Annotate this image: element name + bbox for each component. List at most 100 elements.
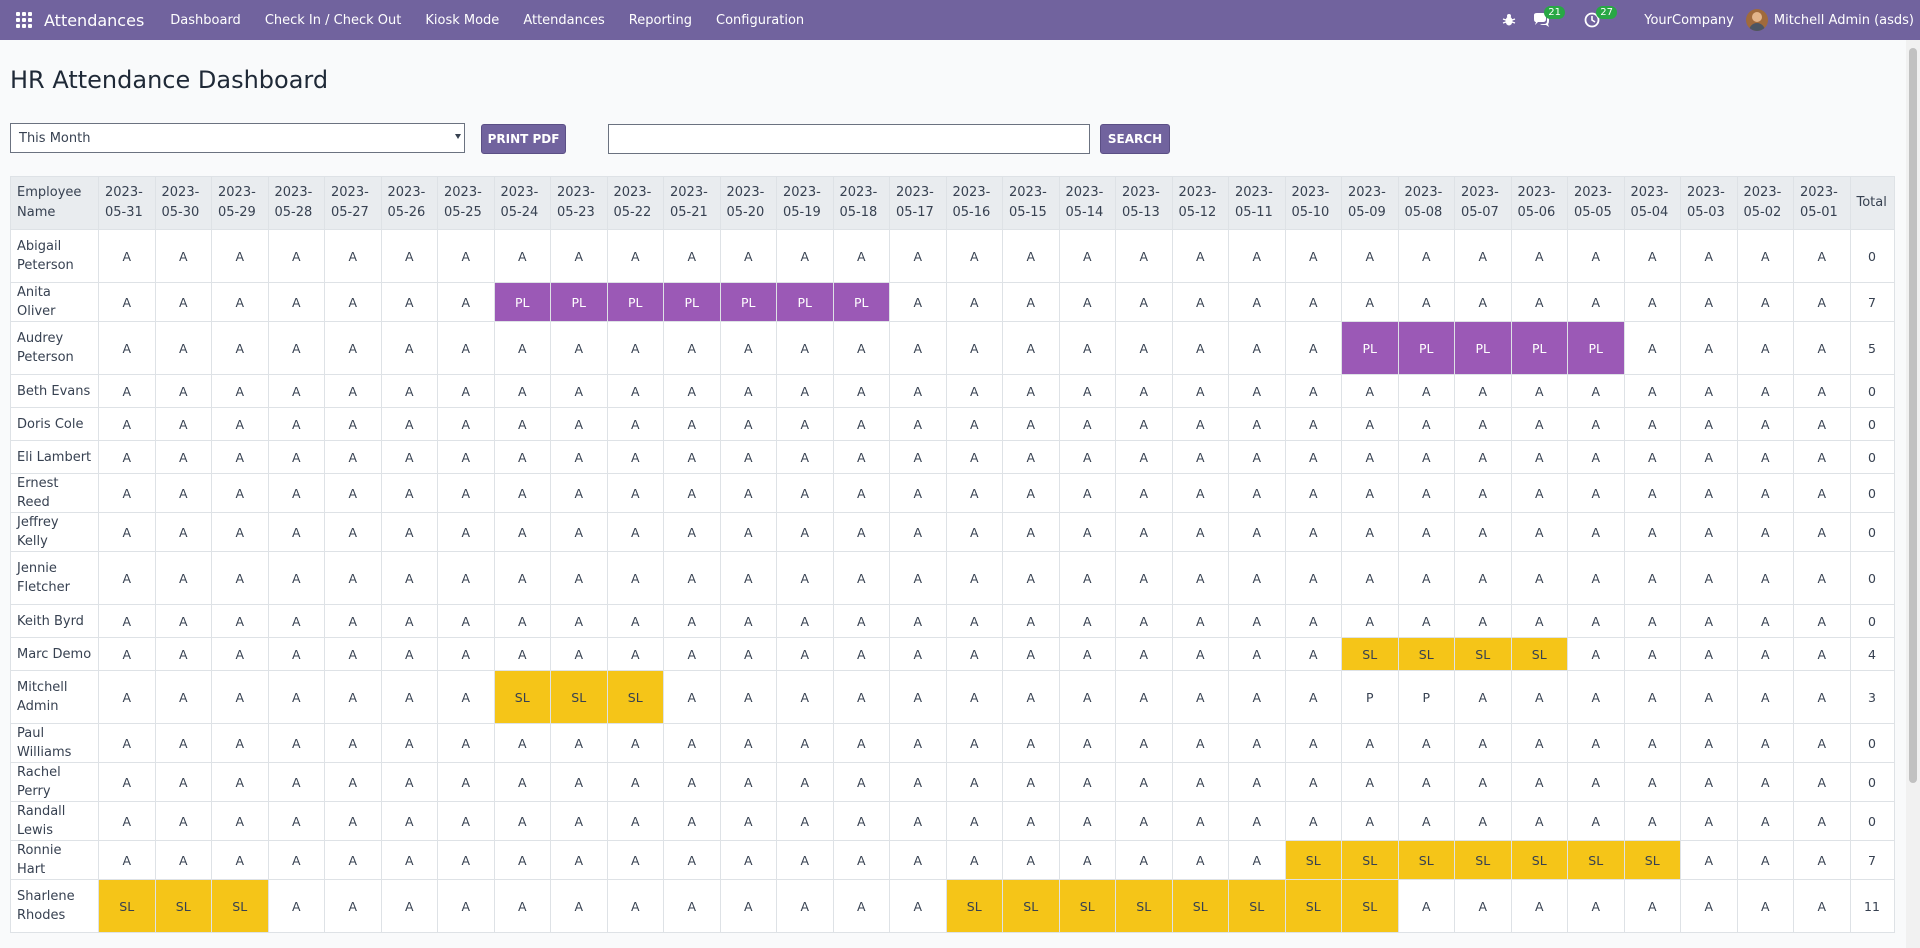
attendance-cell: A	[889, 229, 947, 283]
attendance-cell: SL	[1002, 879, 1060, 933]
attendance-cell: A	[1341, 229, 1399, 283]
attendance-table-container: Employee Name 2023-05-31 2023-05-30 2023-05…	[10, 176, 1895, 933]
apps-menu-icon[interactable]	[4, 0, 44, 40]
attendance-cell: A	[211, 604, 269, 638]
employee-name-cell: Anita Oliver	[10, 282, 99, 322]
attendance-cell: A	[211, 440, 269, 474]
table-row: Doris Cole A A A A A A A A A A A A A A A A A A A A A A A A A A A A A A…	[10, 407, 1895, 441]
employee-name-cell: Rachel Perry	[10, 762, 99, 802]
attendance-cell: A	[606, 637, 664, 671]
app-name[interactable]: Attendances	[44, 11, 144, 30]
page-title: HR Attendance Dashboard	[10, 66, 329, 94]
print-pdf-button[interactable]: PRINT PDF	[481, 124, 566, 154]
attendance-cell: A	[324, 440, 382, 474]
attendance-cell: A	[1171, 512, 1229, 552]
attendance-cell: A	[1115, 440, 1173, 474]
attendance-cell: A	[945, 229, 1003, 283]
date-header: 2023-05-19	[776, 176, 834, 230]
attendance-cell: A	[1228, 321, 1286, 375]
attendance-cell: A	[380, 551, 438, 605]
search-button[interactable]: SEARCH	[1100, 124, 1170, 154]
table-row: Keith Byrd A A A A A A A A A A A A A A A A A A A A A A A A A A A A A A…	[10, 604, 1895, 638]
attendance-cell: A	[1115, 670, 1173, 724]
attendance-cell: A	[380, 473, 438, 513]
attendance-cell: A	[1397, 879, 1455, 933]
menu-dashboard[interactable]: Dashboard	[158, 0, 253, 40]
attendance-cell: A	[324, 801, 382, 841]
table-body: Abigail Peterson A A A A A A A A A A A A A A A A A A A A A A A A…	[10, 229, 1895, 933]
attendance-cell: SL	[154, 879, 212, 933]
total-cell: 7	[1849, 840, 1895, 880]
attendance-cell: A	[1567, 879, 1625, 933]
attendance-cell: A	[211, 407, 269, 441]
table-row: Sharlene Rhodes SL SL SL A A A A A A A A A A A A SL SL SL S…	[10, 879, 1895, 933]
attendance-cell: A	[1623, 229, 1681, 283]
attendance-cell: A	[211, 473, 269, 513]
attendance-cell: A	[776, 407, 834, 441]
date-header: 2023-05-04	[1623, 176, 1681, 230]
attendance-cell: A	[606, 604, 664, 638]
attendance-cell: A	[1228, 374, 1286, 408]
date-header: 2023-05-25	[437, 176, 495, 230]
attendance-cell: A	[719, 321, 777, 375]
attendance-cell: A	[1341, 801, 1399, 841]
attendance-cell: A	[1058, 512, 1116, 552]
search-input[interactable]	[608, 124, 1090, 154]
total-cell: 5	[1849, 321, 1895, 375]
attendance-cell: A	[832, 374, 890, 408]
attendance-cell: A	[267, 407, 325, 441]
attendance-cell: A	[380, 637, 438, 671]
attendance-cell: A	[211, 374, 269, 408]
period-filter-select[interactable]: This Month	[10, 123, 465, 153]
attendance-cell: A	[663, 879, 721, 933]
attendance-cell: A	[1680, 723, 1738, 763]
attendance-cell: A	[719, 801, 777, 841]
company-switcher[interactable]: YourCompany	[1628, 13, 1746, 28]
attendance-cell: A	[663, 321, 721, 375]
menu-check-in-out[interactable]: Check In / Check Out	[253, 0, 414, 40]
messages-chat-icon[interactable]: 21	[1524, 0, 1576, 40]
user-menu[interactable]: Mitchell Admin (asds)	[1745, 9, 1920, 31]
attendance-cell: A	[1680, 840, 1738, 880]
attendance-cell: A	[1567, 551, 1625, 605]
activities-clock-icon[interactable]: 27	[1576, 0, 1628, 40]
date-header: 2023-05-23	[550, 176, 608, 230]
attendance-cell: A	[1567, 407, 1625, 441]
attendance-cell: A	[324, 551, 382, 605]
attendance-cell: A	[1793, 229, 1851, 283]
attendance-cell: A	[1115, 637, 1173, 671]
employee-name-cell: Paul Williams	[10, 723, 99, 763]
attendance-cell: A	[380, 801, 438, 841]
attendance-cell: A	[211, 840, 269, 880]
attendance-cell: A	[1115, 723, 1173, 763]
attendance-cell: A	[380, 879, 438, 933]
attendance-cell: A	[1623, 374, 1681, 408]
attendance-cell: A	[1793, 374, 1851, 408]
attendance-cell: A	[437, 229, 495, 283]
menu-kiosk-mode[interactable]: Kiosk Mode	[413, 0, 511, 40]
attendance-cell: A	[1510, 512, 1568, 552]
attendance-cell: A	[1058, 473, 1116, 513]
menu-reporting[interactable]: Reporting	[617, 0, 704, 40]
attendance-cell: A	[1228, 637, 1286, 671]
attendance-cell: A	[1793, 723, 1851, 763]
attendance-cell: A	[889, 321, 947, 375]
attendance-cell: A	[437, 840, 495, 880]
attendance-cell: SL	[1623, 840, 1681, 880]
employee-name-cell: Sharlene Rhodes	[10, 879, 99, 933]
attendance-cell: P	[1341, 670, 1399, 724]
scrollbar-thumb[interactable]	[1909, 48, 1917, 783]
date-header: 2023-05-13	[1115, 176, 1173, 230]
attendance-cell: A	[437, 670, 495, 724]
menu-configuration[interactable]: Configuration	[704, 0, 816, 40]
debug-bug-icon[interactable]	[1494, 0, 1524, 40]
table-row: Marc Demo A A A A A A A A A A A A A A A A A A A A A A SL SL SL SL A…	[10, 637, 1895, 671]
attendance-cell: A	[1623, 440, 1681, 474]
attendance-cell: A	[1454, 670, 1512, 724]
attendance-cell: A	[1736, 762, 1794, 802]
vertical-scrollbar[interactable]	[1906, 40, 1920, 948]
attendance-cell: A	[1228, 282, 1286, 322]
attendance-cell: A	[324, 407, 382, 441]
attendance-cell: A	[1793, 762, 1851, 802]
menu-attendances[interactable]: Attendances	[511, 0, 616, 40]
